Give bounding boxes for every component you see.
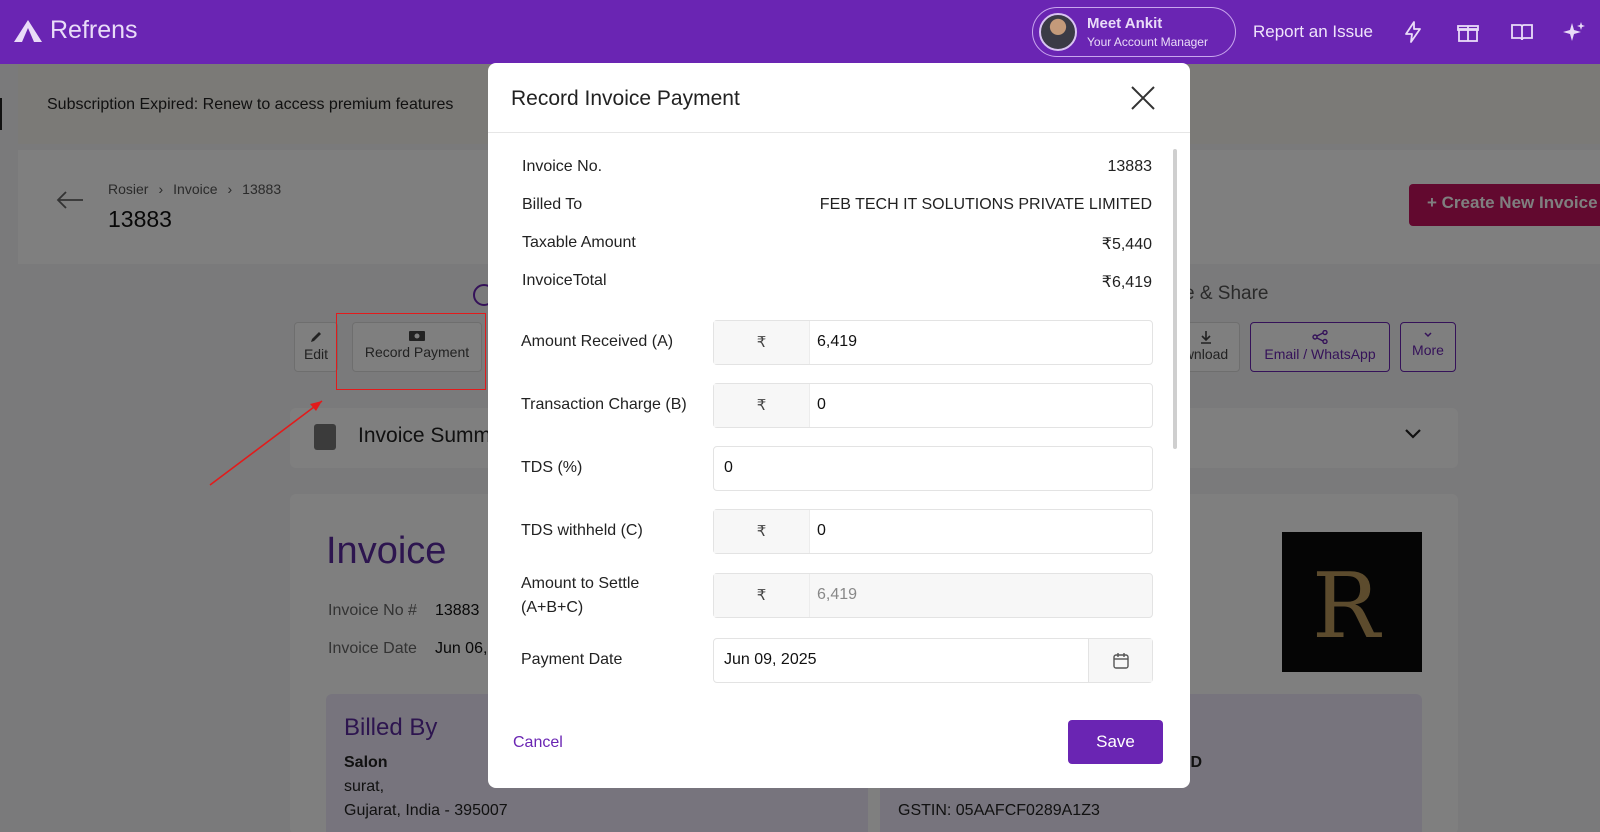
info-value: FEB TECH IT SOLUTIONS PRIVATE LIMITED: [819, 196, 1152, 213]
transaction-charge-label: Transaction Charge (B): [521, 396, 687, 413]
brand-logo[interactable]: Refrens: [12, 16, 138, 45]
avatar: [1039, 13, 1077, 51]
amount-to-settle-label-line1: Amount to Settle: [521, 575, 640, 592]
account-manager-subtitle: Your Account Manager: [1087, 35, 1208, 49]
info-label: InvoiceTotal: [522, 272, 607, 289]
account-manager-name: Meet Ankit: [1087, 15, 1163, 32]
transaction-charge-value: 0: [817, 396, 826, 413]
info-label: Taxable Amount: [522, 234, 636, 251]
amount-to-settle-input: ₹ 6,419: [713, 573, 1153, 618]
amount-received-value: 6,419: [817, 333, 858, 350]
tds-withheld-label: TDS withheld (C): [521, 522, 643, 539]
amount-received-input[interactable]: ₹ 6,419: [713, 320, 1153, 365]
info-value: ₹6,419: [1101, 274, 1152, 291]
info-value: 13883: [1107, 158, 1153, 175]
info-invoice-total: InvoiceTotal ₹6,419: [522, 272, 1152, 292]
modal-title: Record Invoice Payment: [511, 87, 740, 110]
gift-icon[interactable]: [1456, 20, 1480, 44]
currency-symbol: ₹: [714, 321, 810, 364]
info-billed-to: Billed To FEB TECH IT SOLUTIONS PRIVATE …: [522, 196, 1152, 214]
info-invoice-no: Invoice No. 13883: [522, 158, 1152, 176]
payment-date-label: Payment Date: [521, 651, 623, 668]
account-manager-button[interactable]: Meet Ankit Your Account Manager: [1032, 7, 1236, 57]
amount-received-label: Amount Received (A): [521, 333, 674, 350]
payment-date-input[interactable]: Jun 09, 2025: [713, 638, 1153, 683]
divider: [0, 98, 2, 130]
tds-percent-value: 0: [724, 459, 733, 476]
payment-date-value: Jun 09, 2025: [724, 651, 817, 668]
tds-percent-label: TDS (%): [521, 459, 583, 476]
book-icon[interactable]: [1510, 20, 1534, 44]
save-button[interactable]: Save: [1068, 720, 1163, 764]
sparkle-icon[interactable]: [1562, 20, 1586, 44]
info-label: Invoice No.: [522, 158, 603, 175]
info-label: Billed To: [522, 196, 583, 213]
currency-symbol: ₹: [714, 510, 810, 553]
info-taxable-amount: Taxable Amount ₹5,440: [522, 234, 1152, 254]
amount-to-settle-label: Amount to Settle (A+B+C): [521, 572, 639, 620]
amount-to-settle-value: 6,419: [817, 586, 858, 603]
refrens-logo-icon: [14, 19, 42, 42]
top-nav-bar: Refrens Meet Ankit Your Account Manager …: [0, 0, 1600, 64]
modal-scrollbar[interactable]: [1173, 149, 1177, 449]
tds-withheld-value: 0: [817, 522, 826, 539]
report-issue-link[interactable]: Report an Issue: [1253, 22, 1373, 42]
currency-symbol: ₹: [714, 384, 810, 427]
tds-withheld-input[interactable]: ₹ 0: [713, 509, 1153, 554]
lightning-icon[interactable]: [1401, 20, 1425, 44]
highlight-box: [336, 313, 486, 390]
annotation-arrow-icon: [209, 400, 323, 486]
currency-symbol: ₹: [714, 574, 810, 617]
close-icon[interactable]: [1130, 85, 1156, 111]
transaction-charge-input[interactable]: ₹ 0: [713, 383, 1153, 428]
cancel-button[interactable]: Cancel: [513, 734, 563, 752]
record-payment-modal: Record Invoice Payment Invoice No. 13883…: [488, 63, 1190, 788]
tds-percent-input[interactable]: 0: [713, 446, 1153, 491]
info-value: ₹5,440: [1101, 236, 1152, 253]
amount-to-settle-label-line2: (A+B+C): [521, 599, 584, 616]
brand-name: Refrens: [50, 16, 138, 44]
modal-header: Record Invoice Payment: [488, 63, 1190, 133]
calendar-icon: [1113, 653, 1129, 669]
calendar-button[interactable]: [1088, 639, 1152, 682]
